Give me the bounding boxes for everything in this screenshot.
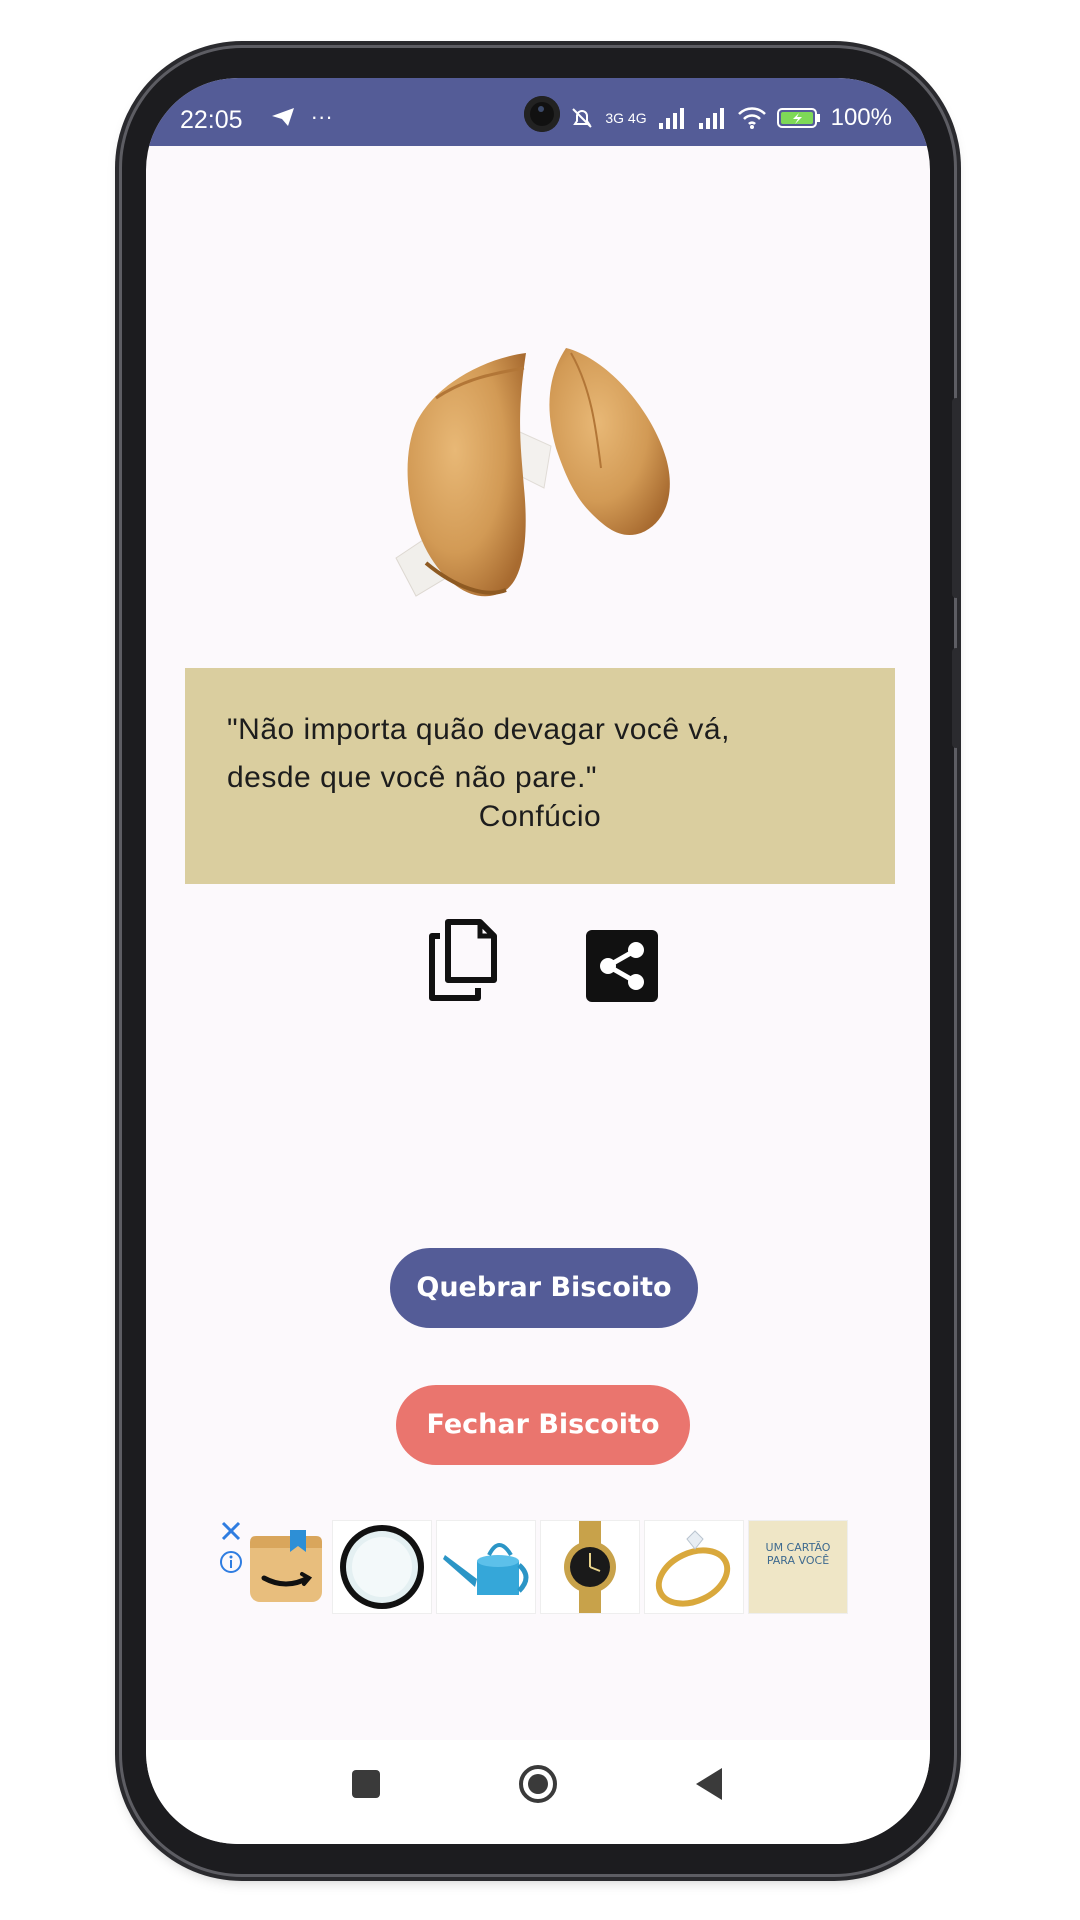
telegram-icon — [272, 107, 294, 126]
ad-info-icon[interactable] — [219, 1550, 243, 1574]
copy-button[interactable] — [426, 918, 498, 1002]
share-icon — [586, 930, 658, 1002]
status-left-icons: ··· — [262, 102, 333, 130]
home-icon[interactable] — [518, 1764, 558, 1804]
status-time: 22:05 — [180, 106, 243, 134]
signal-icon — [658, 108, 684, 129]
back-icon[interactable] — [694, 1766, 724, 1802]
watering-can-icon — [443, 1543, 529, 1595]
signal-icon-2 — [698, 108, 724, 129]
screen: 22:05 ··· 3G 4G 100% "Não importa quão d… — [146, 78, 930, 1844]
ad-item-card[interactable]: UM CARTÃO PARA VOCÊ — [748, 1520, 848, 1614]
mirror-icon — [340, 1525, 424, 1609]
bell-muted-icon — [572, 108, 593, 128]
share-button[interactable] — [586, 930, 658, 1002]
wifi-icon — [737, 107, 766, 129]
recents-icon[interactable] — [352, 1770, 380, 1798]
power-button — [952, 648, 960, 748]
phone-frame: 22:05 ··· 3G 4G 100% "Não importa quão d… — [122, 48, 960, 1874]
quote-text: "Não importa quão devagar você vá, desde… — [227, 713, 730, 794]
close-cookie-button[interactable]: Fechar Biscoito — [396, 1385, 690, 1465]
amazon-logo-icon — [250, 1530, 322, 1602]
network-type: 3G 4G — [605, 110, 647, 126]
card-text: UM CARTÃO PARA VOCÊ — [765, 1541, 831, 1567]
status-bar: 22:05 ··· 3G 4G 100% — [146, 78, 930, 146]
close-ad-icon[interactable] — [218, 1518, 244, 1544]
front-camera — [524, 96, 560, 132]
ring-icon — [655, 1530, 731, 1607]
quote-author: Confúcio — [478, 800, 602, 833]
status-right-icons: 3G 4G 100% — [569, 104, 892, 132]
more-notifications-icon: ··· — [310, 103, 333, 129]
ad-item-mirror[interactable] — [332, 1520, 432, 1614]
fortune-cookie-image — [376, 328, 706, 628]
ad-item-watering-can[interactable] — [436, 1520, 536, 1614]
ad-item-amazon[interactable] — [246, 1520, 344, 1612]
navigation-bar — [146, 1740, 930, 1844]
copy-icon — [429, 919, 497, 1001]
quote-card: "Não importa quão devagar você vá, desde… — [185, 668, 895, 884]
watch-icon — [564, 1521, 616, 1613]
battery-percent: 100% — [830, 104, 892, 131]
battery-icon — [776, 108, 820, 128]
ad-banner[interactable]: UM CARTÃO PARA VOCÊ — [218, 1518, 858, 1614]
ad-item-watch[interactable] — [540, 1520, 640, 1614]
ad-item-ring[interactable] — [644, 1520, 744, 1614]
volume-button — [952, 398, 960, 598]
break-cookie-button[interactable]: Quebrar Biscoito — [390, 1248, 698, 1328]
